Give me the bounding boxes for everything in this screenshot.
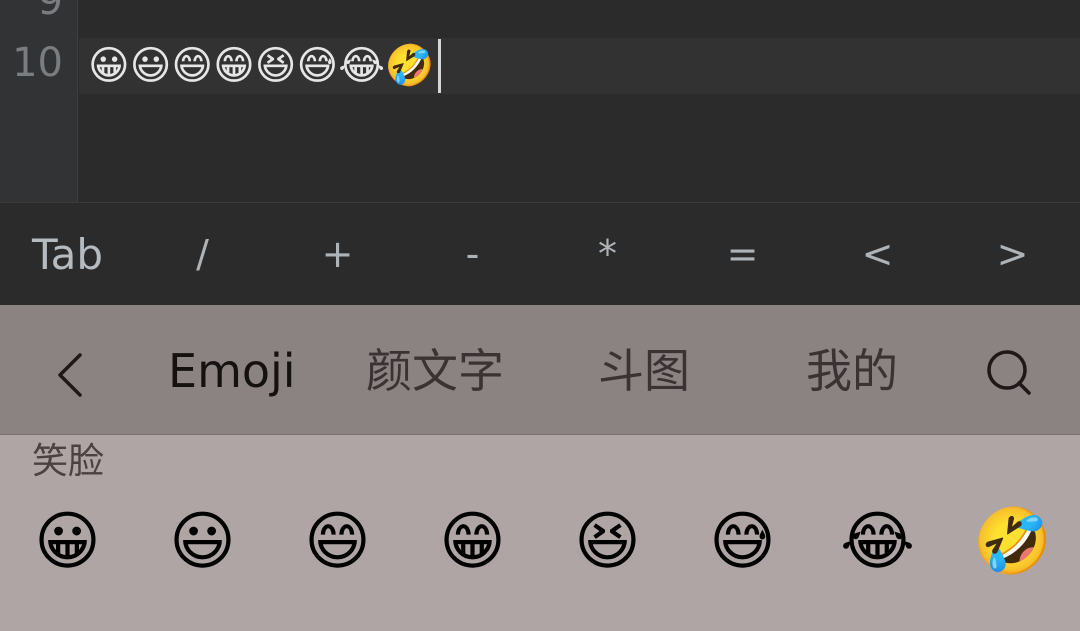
emoji-tears-of-joy[interactable]: 😂 xyxy=(810,497,945,587)
emoji-grid-row: 😀 😃 😄 😁 😆 😅 😂 🤣 xyxy=(0,497,1080,587)
line-number-gutter: 9 10 xyxy=(0,0,78,202)
emoji-panel: 笑脸 😀 😃 😄 😁 😆 😅 😂 🤣 xyxy=(0,435,1080,631)
line-number: 9 xyxy=(37,0,63,24)
tab-emoji[interactable]: Emoji xyxy=(168,341,296,401)
slash-key[interactable]: / xyxy=(135,203,270,305)
greater-than-key[interactable]: > xyxy=(945,203,1080,305)
code-editor[interactable]: 9 10 😀😃😄😁😆😅😂🤣 xyxy=(0,0,1080,202)
asterisk-key[interactable]: * xyxy=(540,203,675,305)
back-button[interactable] xyxy=(48,345,92,405)
text-cursor xyxy=(437,39,441,93)
tab-key[interactable]: Tab xyxy=(0,203,135,305)
emoji-grinning-face[interactable]: 😀 xyxy=(0,497,135,587)
emoji-grinning-smiling-eyes[interactable]: 😄 xyxy=(270,497,405,587)
less-than-key[interactable]: < xyxy=(810,203,945,305)
extra-keys-toolbar: Tab / + - * = < > xyxy=(0,202,1080,305)
line-number: 10 xyxy=(12,40,63,86)
ime-category-bar: Emoji 颜文字 斗图 我的 xyxy=(0,305,1080,435)
emoji-beaming-face[interactable]: 😁 xyxy=(405,497,540,587)
tab-mine[interactable]: 我的 xyxy=(806,341,898,401)
search-icon xyxy=(987,350,1031,395)
plus-key[interactable]: + xyxy=(270,203,405,305)
emoji-grinning-big-eyes[interactable]: 😃 xyxy=(135,497,270,587)
section-title: 笑脸 xyxy=(32,441,105,482)
emoji-sweat-smile[interactable]: 😅 xyxy=(675,497,810,587)
tab-doutu[interactable]: 斗图 xyxy=(598,341,690,401)
tab-kaomoji[interactable]: 颜文字 xyxy=(366,341,504,401)
chevron-left-icon xyxy=(58,353,82,397)
emoji-rolling-on-floor-laughing[interactable]: 🤣 xyxy=(945,497,1080,587)
search-button[interactable] xyxy=(984,347,1034,397)
emoji-squinting-face[interactable]: 😆 xyxy=(540,497,675,587)
code-line[interactable]: 😀😃😄😁😆😅😂🤣 xyxy=(88,38,441,94)
code-line-text: 😀😃😄😁😆😅😂🤣 xyxy=(88,43,435,89)
minus-key[interactable]: - xyxy=(405,203,540,305)
equals-key[interactable]: = xyxy=(675,203,810,305)
